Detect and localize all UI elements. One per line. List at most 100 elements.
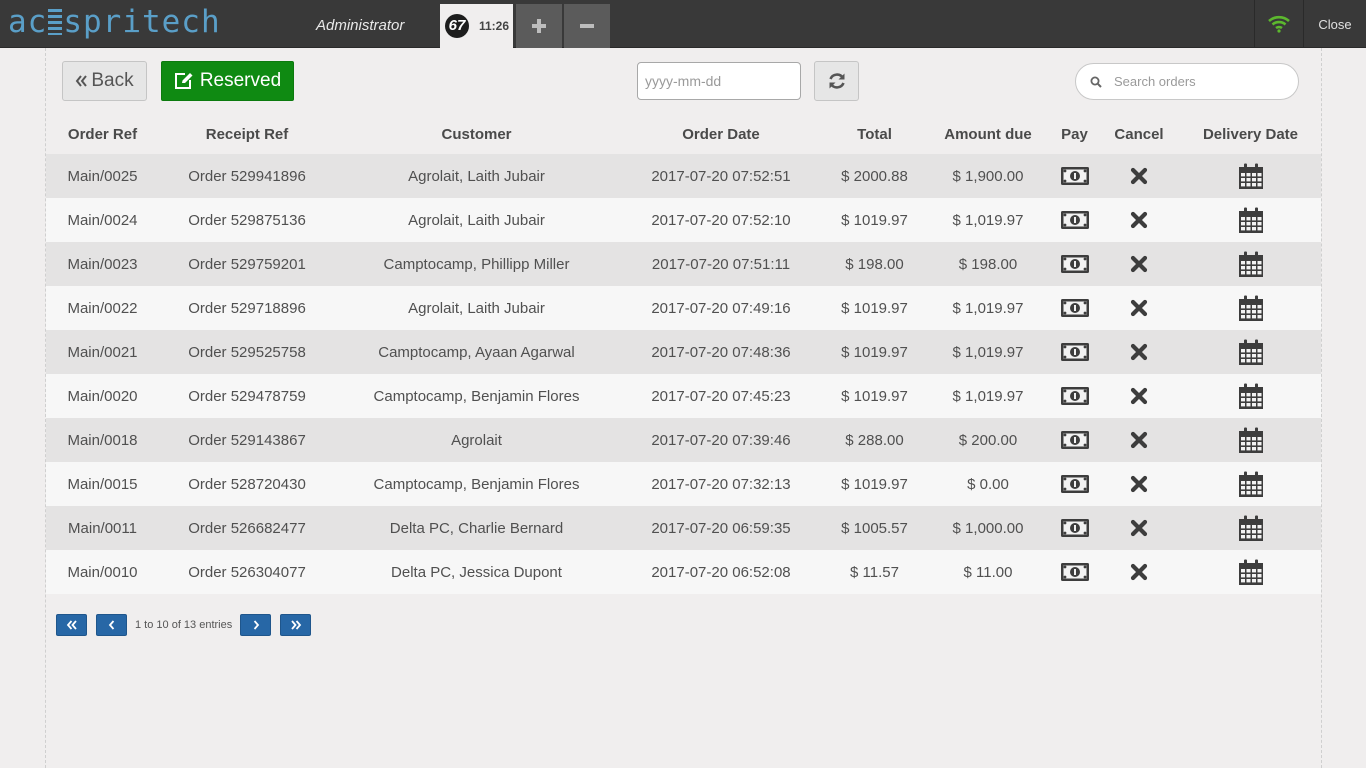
pay-button[interactable] bbox=[1051, 154, 1098, 198]
delivery-date-button[interactable] bbox=[1180, 462, 1321, 506]
double-chevron-left-icon bbox=[76, 75, 88, 87]
money-icon bbox=[1060, 475, 1089, 493]
order-ref: Main/0010 bbox=[46, 550, 159, 594]
back-button[interactable]: Back bbox=[62, 61, 147, 101]
prev-page-button[interactable] bbox=[96, 614, 127, 636]
pay-button[interactable] bbox=[1051, 242, 1098, 286]
calendar-icon bbox=[1238, 163, 1263, 189]
amount-due: $ 1,019.97 bbox=[925, 374, 1051, 418]
delivery-date-button[interactable] bbox=[1180, 374, 1321, 418]
cancel-button[interactable] bbox=[1098, 154, 1180, 198]
refresh-button[interactable] bbox=[814, 61, 859, 101]
customer-name: Agrolait, Laith Jubair bbox=[335, 286, 618, 330]
pay-button[interactable] bbox=[1051, 418, 1098, 462]
pay-button[interactable] bbox=[1051, 506, 1098, 550]
money-icon bbox=[1060, 563, 1089, 581]
close-button[interactable]: Close bbox=[1303, 0, 1366, 48]
column-header[interactable]: Customer bbox=[335, 114, 618, 154]
pay-button[interactable] bbox=[1051, 550, 1098, 594]
top-bar: ac spritech Administrator 67 11:26 Close bbox=[0, 0, 1366, 48]
pay-button[interactable] bbox=[1051, 330, 1098, 374]
receipt-ref: Order 529941896 bbox=[159, 154, 335, 198]
cancel-button[interactable] bbox=[1098, 198, 1180, 242]
table-row[interactable]: Main/0010 Order 526304077 Delta PC, Jess… bbox=[46, 550, 1321, 594]
calendar-icon bbox=[1238, 559, 1263, 585]
logo-text-right: spritech bbox=[63, 4, 221, 40]
delivery-date-button[interactable] bbox=[1180, 506, 1321, 550]
column-header[interactable]: Amount due bbox=[925, 114, 1051, 154]
table-row[interactable]: Main/0021 Order 529525758 Camptocamp, Ay… bbox=[46, 330, 1321, 374]
order-total: $ 1019.97 bbox=[824, 330, 925, 374]
table-row[interactable]: Main/0022 Order 529718896 Agrolait, Lait… bbox=[46, 286, 1321, 330]
pay-button[interactable] bbox=[1051, 198, 1098, 242]
column-header[interactable]: Order Ref bbox=[46, 114, 159, 154]
search-input[interactable] bbox=[1114, 74, 1284, 89]
amount-due: $ 1,900.00 bbox=[925, 154, 1051, 198]
money-icon bbox=[1060, 431, 1089, 449]
order-ref: Main/0011 bbox=[46, 506, 159, 550]
table-row[interactable]: Main/0023 Order 529759201 Camptocamp, Ph… bbox=[46, 242, 1321, 286]
column-header[interactable]: Total bbox=[824, 114, 925, 154]
cancel-button[interactable] bbox=[1098, 550, 1180, 594]
delivery-date-button[interactable] bbox=[1180, 418, 1321, 462]
table-row[interactable]: Main/0024 Order 529875136 Agrolait, Lait… bbox=[46, 198, 1321, 242]
column-header[interactable]: Receipt Ref bbox=[159, 114, 335, 154]
money-icon bbox=[1060, 167, 1089, 185]
order-date: 2017-07-20 07:51:11 bbox=[618, 242, 824, 286]
order-tab[interactable]: 67 11:26 bbox=[440, 4, 513, 48]
pay-button[interactable] bbox=[1051, 374, 1098, 418]
money-icon bbox=[1060, 211, 1089, 229]
order-ref: Main/0023 bbox=[46, 242, 159, 286]
delivery-date-button[interactable] bbox=[1180, 286, 1321, 330]
search-box[interactable] bbox=[1075, 63, 1299, 100]
customer-name: Camptocamp, Benjamin Flores bbox=[335, 374, 618, 418]
customer-name: Delta PC, Charlie Bernard bbox=[335, 506, 618, 550]
order-total: $ 1005.57 bbox=[824, 506, 925, 550]
order-total: $ 11.57 bbox=[824, 550, 925, 594]
date-filter-input[interactable] bbox=[637, 62, 801, 100]
table-row[interactable]: Main/0025 Order 529941896 Agrolait, Lait… bbox=[46, 154, 1321, 198]
next-page-button[interactable] bbox=[240, 614, 272, 636]
table-row[interactable]: Main/0015 Order 528720430 Camptocamp, Be… bbox=[46, 462, 1321, 506]
customer-name: Camptocamp, Ayaan Agarwal bbox=[335, 330, 618, 374]
cashier-name[interactable]: Administrator bbox=[316, 0, 404, 48]
pay-button[interactable] bbox=[1051, 462, 1098, 506]
customer-name: Camptocamp, Phillipp Miller bbox=[335, 242, 618, 286]
reserved-button[interactable]: Reserved bbox=[161, 61, 294, 101]
order-date: 2017-07-20 07:48:36 bbox=[618, 330, 824, 374]
cancel-button[interactable] bbox=[1098, 286, 1180, 330]
cancel-button[interactable] bbox=[1098, 330, 1180, 374]
close-x-icon bbox=[1130, 255, 1148, 273]
delivery-date-button[interactable] bbox=[1180, 242, 1321, 286]
close-x-icon bbox=[1130, 387, 1148, 405]
order-total: $ 198.00 bbox=[824, 242, 925, 286]
add-order-button[interactable] bbox=[516, 4, 562, 48]
connection-status[interactable] bbox=[1254, 0, 1303, 48]
calendar-icon bbox=[1238, 471, 1263, 497]
cancel-button[interactable] bbox=[1098, 374, 1180, 418]
receipt-ref: Order 529875136 bbox=[159, 198, 335, 242]
close-x-icon bbox=[1130, 167, 1148, 185]
remove-order-button[interactable] bbox=[564, 4, 610, 48]
close-x-icon bbox=[1130, 519, 1148, 537]
last-page-button[interactable] bbox=[280, 614, 312, 636]
order-date: 2017-07-20 07:39:46 bbox=[618, 418, 824, 462]
delivery-date-button[interactable] bbox=[1180, 198, 1321, 242]
receipt-ref: Order 529143867 bbox=[159, 418, 335, 462]
delivery-date-button[interactable] bbox=[1180, 154, 1321, 198]
first-page-button[interactable] bbox=[56, 614, 87, 636]
table-row[interactable]: Main/0020 Order 529478759 Camptocamp, Be… bbox=[46, 374, 1321, 418]
amount-due: $ 1,019.97 bbox=[925, 286, 1051, 330]
pay-button[interactable] bbox=[1051, 286, 1098, 330]
delivery-date-button[interactable] bbox=[1180, 330, 1321, 374]
cancel-button[interactable] bbox=[1098, 242, 1180, 286]
cancel-button[interactable] bbox=[1098, 462, 1180, 506]
search-icon bbox=[1090, 76, 1102, 88]
cancel-button[interactable] bbox=[1098, 418, 1180, 462]
column-header[interactable]: Order Date bbox=[618, 114, 824, 154]
amount-due: $ 1,000.00 bbox=[925, 506, 1051, 550]
delivery-date-button[interactable] bbox=[1180, 550, 1321, 594]
cancel-button[interactable] bbox=[1098, 506, 1180, 550]
table-row[interactable]: Main/0018 Order 529143867 Agrolait 2017-… bbox=[46, 418, 1321, 462]
table-row[interactable]: Main/0011 Order 526682477 Delta PC, Char… bbox=[46, 506, 1321, 550]
